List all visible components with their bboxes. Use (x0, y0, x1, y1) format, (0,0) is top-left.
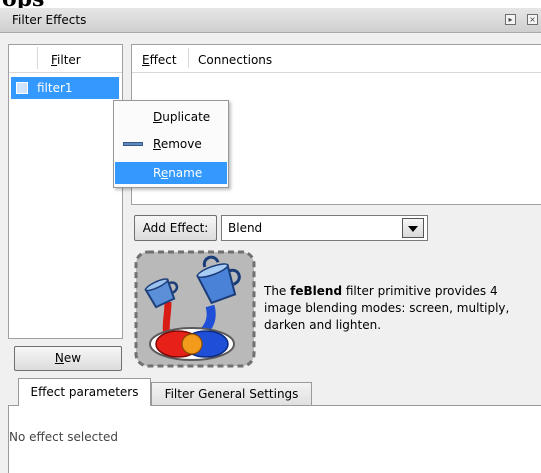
description-prefix: The (264, 284, 291, 298)
dialog-title: Filter Effects (12, 13, 87, 27)
dock-toggle-button[interactable]: ▸ (505, 14, 516, 25)
effect-column-header[interactable]: Effect (142, 53, 177, 67)
menu-mnemonic: e (160, 166, 169, 180)
tab-filter-general-settings[interactable]: Filter General Settings (151, 382, 312, 406)
menu-item-label: Rename (153, 166, 203, 180)
blend-icon (134, 250, 256, 368)
tab-label: Effect parameters (30, 385, 139, 399)
dialog-title-bar: Filter Effects ▸ × (0, 8, 541, 33)
description-primitive-name: feBlend (290, 284, 343, 298)
menu-mnemonic: D (153, 110, 163, 124)
filter-context-menu: Duplicate Remove Rename (113, 100, 229, 188)
connections-column-header[interactable]: Connections (198, 53, 272, 67)
effect-type-select[interactable]: Blend (221, 215, 428, 241)
close-icon: × (529, 15, 536, 24)
filter-column-header[interactable]: Filter (51, 53, 81, 67)
play-icon: ▸ (508, 15, 513, 24)
filter-list-panel[interactable]: Filter filter1 (8, 44, 123, 339)
effect-type-value: Blend (228, 221, 263, 235)
empty-state-text: No effect selected (9, 430, 118, 444)
effect-description: The feBlend filter primitive provides 4 … (264, 283, 534, 334)
chevron-down-icon (408, 226, 418, 232)
tab-label: Filter General Settings (164, 387, 299, 401)
menu-item-rename[interactable]: Rename (115, 162, 227, 184)
menu-item-label: Duplicate (153, 110, 211, 124)
effect-parameters-panel: No effect selected (8, 405, 541, 473)
remove-icon (123, 142, 143, 146)
column-divider (188, 48, 189, 68)
menu-item-remove[interactable]: Remove (115, 133, 227, 155)
filter-name: filter1 (37, 81, 73, 95)
filter-column-rest: ilter (57, 53, 81, 67)
menu-mnemonic: R (153, 137, 161, 151)
new-button-mnemonic: N (54, 351, 64, 365)
filter-list-item[interactable]: filter1 (11, 77, 119, 99)
add-effect-button[interactable]: Add Effect: (134, 215, 217, 241)
new-button-label-rest: ew (63, 351, 82, 365)
close-button[interactable]: × (527, 14, 538, 25)
column-divider (37, 47, 38, 69)
menu-item-label: Remove (153, 137, 202, 151)
tab-effect-parameters[interactable]: Effect parameters (18, 378, 151, 406)
dropdown-button[interactable] (402, 218, 424, 238)
page-header-fragment: ops (2, 0, 44, 12)
effect-column-mnemonic: E (142, 53, 150, 67)
effect-column-rest: ffect (149, 53, 177, 67)
effect-list-header: Effect Connections (132, 45, 541, 73)
menu-item-duplicate[interactable]: Duplicate (115, 106, 227, 128)
filter-list-header: Filter (9, 45, 122, 73)
filter-active-checkbox[interactable] (16, 82, 28, 94)
new-filter-button[interactable]: New (14, 346, 122, 371)
